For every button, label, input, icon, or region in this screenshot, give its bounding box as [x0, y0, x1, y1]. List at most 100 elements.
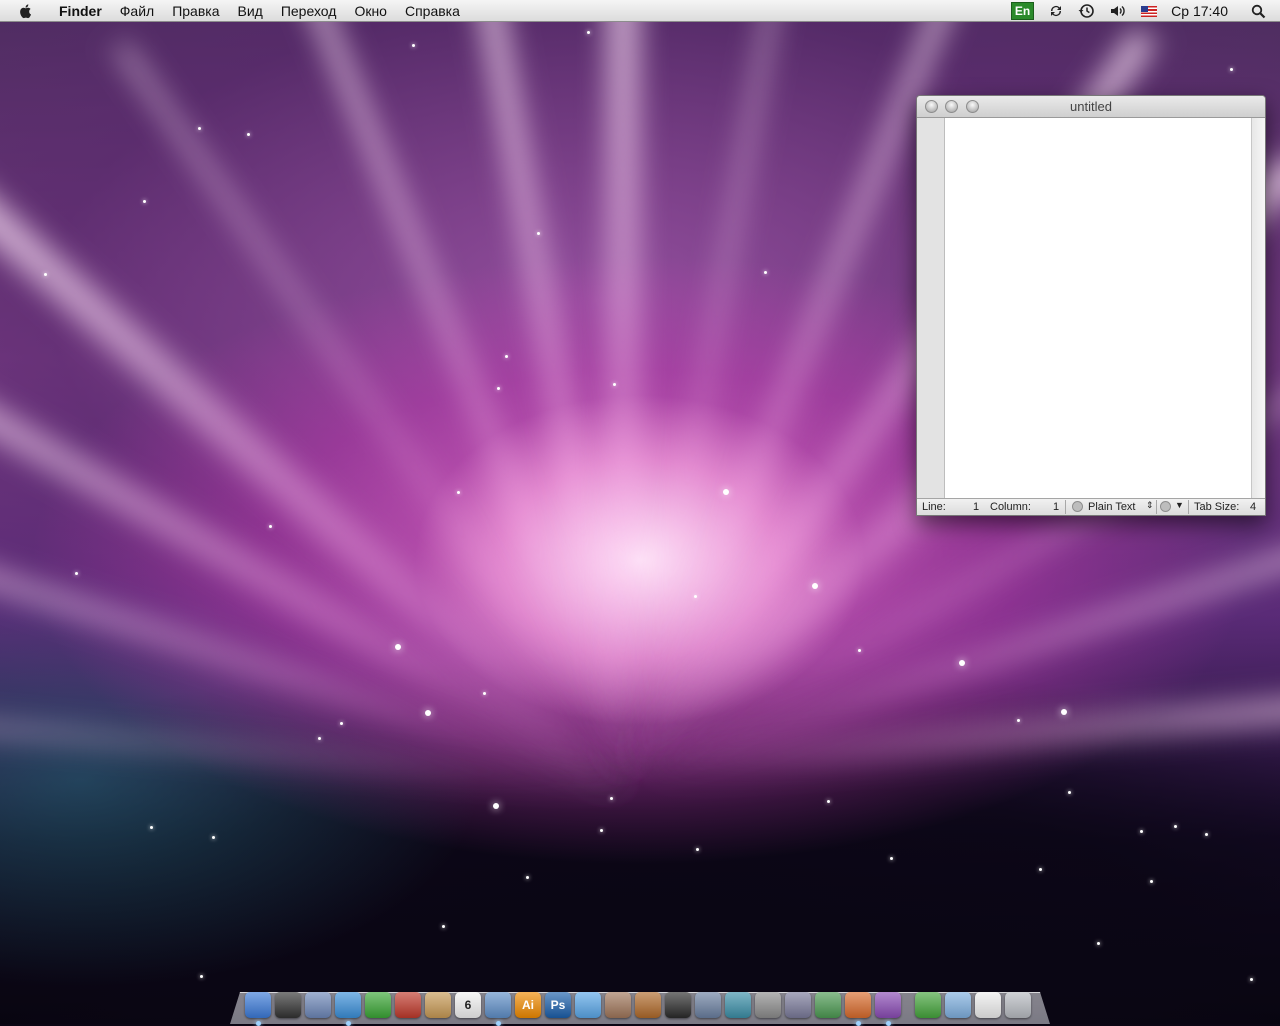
star: [526, 876, 529, 879]
star: [1174, 825, 1177, 828]
star: [1250, 978, 1253, 981]
volume-icon[interactable]: [1109, 3, 1127, 19]
star: [505, 355, 508, 358]
format-icon: [1072, 501, 1083, 512]
sync-icon[interactable]: [1048, 3, 1064, 19]
star: [764, 271, 767, 274]
star: [827, 800, 830, 803]
downloads-stack-icon[interactable]: [915, 992, 941, 1018]
star: [457, 491, 460, 494]
menu-help[interactable]: Справка: [396, 0, 469, 22]
keynote-icon[interactable]: [845, 992, 871, 1026]
apple-menu-icon[interactable]: [18, 3, 34, 19]
aurora-ray: [606, 0, 640, 780]
star: [198, 127, 201, 130]
star: [412, 44, 415, 47]
window-titlebar[interactable]: untitled: [917, 96, 1265, 118]
star: [610, 797, 613, 800]
star: [483, 692, 486, 695]
star: [340, 722, 343, 725]
ical-icon[interactable]: 6: [455, 992, 481, 1018]
tab-size-value[interactable]: 4: [1250, 501, 1256, 513]
photoshop-icon[interactable]: Ps: [545, 992, 571, 1018]
star: [1230, 68, 1233, 71]
star: [1097, 942, 1100, 945]
spaces-icon[interactable]: [695, 992, 721, 1018]
menu-edit[interactable]: Правка: [163, 0, 228, 22]
iphoto-icon[interactable]: [605, 992, 631, 1018]
star: [600, 829, 603, 832]
menu-app-finder[interactable]: Finder: [50, 0, 111, 22]
us-flag-input-icon[interactable]: [1141, 5, 1158, 17]
menu-clock[interactable]: Ср 17:40: [1171, 3, 1228, 19]
star: [200, 975, 203, 978]
gear-dropdown-icon[interactable]: ▼: [1175, 500, 1184, 510]
time-machine-icon[interactable]: [725, 992, 751, 1018]
column-label: Column:: [990, 501, 1031, 513]
star: [497, 387, 500, 390]
system-preferences-icon[interactable]: [755, 992, 781, 1018]
trash-icon[interactable]: [1005, 992, 1031, 1018]
star: [696, 848, 699, 851]
column-value: 1: [1053, 501, 1060, 513]
star: [959, 660, 965, 666]
itunes-icon[interactable]: [575, 992, 601, 1018]
line-value: 1: [973, 501, 980, 513]
menu-bar: Finder Файл Правка Вид Переход Окно Спра…: [0, 0, 1280, 22]
time-machine-menu-icon[interactable]: [1078, 3, 1095, 19]
menu-extras: En Ср 17:40: [1004, 0, 1280, 22]
menu-window[interactable]: Окно: [345, 0, 396, 22]
star: [150, 826, 153, 829]
text-format-popup[interactable]: Plain Text: [1088, 501, 1136, 513]
spotlight-search-icon[interactable]: [1251, 4, 1266, 19]
line-label: Line:: [922, 501, 946, 513]
finder-icon[interactable]: [245, 992, 271, 1026]
star: [1140, 830, 1143, 833]
gear-icon[interactable]: [1160, 501, 1171, 512]
star: [318, 737, 321, 740]
activity-monitor-icon[interactable]: [815, 992, 841, 1018]
star: [143, 200, 146, 203]
star: [44, 273, 47, 276]
star: [269, 525, 272, 528]
text-editor-area[interactable]: [945, 118, 1251, 498]
star: [890, 857, 893, 860]
folder-stack-icon[interactable]: [945, 992, 971, 1018]
illustrator-icon[interactable]: Ai: [515, 992, 541, 1018]
xcode-icon[interactable]: [305, 992, 331, 1018]
vertical-scrollbar[interactable]: [1251, 118, 1265, 498]
address-book-icon[interactable]: [425, 992, 451, 1018]
script-editor-icon[interactable]: [785, 992, 811, 1018]
safari-icon[interactable]: [335, 992, 361, 1026]
document-stack-icon[interactable]: [975, 992, 1001, 1018]
format-popup-arrows-icon[interactable]: ⇕: [1146, 500, 1154, 511]
star: [723, 489, 729, 495]
star: [442, 925, 445, 928]
menu-view[interactable]: Вид: [229, 0, 272, 22]
preview-icon[interactable]: [485, 992, 511, 1026]
star: [1205, 833, 1208, 836]
menu-file[interactable]: Файл: [111, 0, 163, 22]
adium-icon[interactable]: [365, 992, 391, 1018]
stamp-app-icon[interactable]: [395, 992, 421, 1018]
menu-go[interactable]: Переход: [272, 0, 346, 22]
star: [613, 383, 616, 386]
star: [1017, 719, 1020, 722]
garageband-icon[interactable]: [635, 992, 661, 1018]
star: [694, 595, 697, 598]
star: [587, 31, 590, 34]
dashboard-icon[interactable]: [275, 992, 301, 1018]
star: [425, 710, 431, 716]
star: [247, 133, 250, 136]
star: [493, 803, 499, 809]
line-number-gutter: [917, 118, 945, 498]
dvd-player-icon[interactable]: [665, 992, 691, 1018]
star: [395, 644, 401, 650]
aurora-ray: [286, 0, 640, 787]
window-title: untitled: [1070, 99, 1112, 114]
pages-icon[interactable]: [875, 992, 901, 1026]
star: [1039, 868, 1042, 871]
tab-size-label: Tab Size:: [1194, 501, 1240, 513]
input-language-badge[interactable]: En: [1010, 2, 1035, 20]
star: [812, 583, 818, 589]
